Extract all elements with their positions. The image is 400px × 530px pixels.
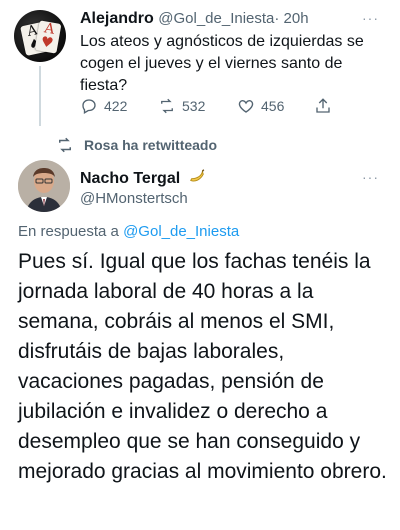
author-handle[interactable]: @HMonstertsch bbox=[80, 190, 188, 207]
author-handle[interactable]: @Gol_de_Iniesta bbox=[158, 10, 274, 27]
banana-icon bbox=[188, 167, 206, 190]
reply-context: En respuesta a @Gol_de_Iniesta bbox=[18, 223, 239, 240]
like-count: 456 bbox=[261, 98, 285, 114]
retweet-notice-text[interactable]: Rosa ha retwitteado bbox=[84, 137, 217, 153]
share-icon bbox=[316, 98, 330, 113]
thread-line bbox=[39, 66, 41, 126]
main-tweet-header: Nacho Tergal bbox=[80, 167, 206, 190]
author-name[interactable]: Alejandro bbox=[80, 10, 154, 27]
heart-card-icon: A ♥ bbox=[34, 20, 62, 54]
retweet-count: 532 bbox=[182, 98, 206, 114]
retweet-icon bbox=[59, 137, 71, 153]
reply-mention-link[interactable]: @Gol_de_Iniesta bbox=[123, 223, 239, 240]
person-portrait-icon bbox=[18, 160, 70, 212]
main-tweet-text: Pues sí. Igual que los fachas tenéis la … bbox=[18, 250, 387, 483]
reply-icon bbox=[82, 99, 96, 114]
tweet-time[interactable]: · 20h bbox=[274, 10, 308, 27]
author-name[interactable]: Nacho Tergal bbox=[80, 170, 180, 187]
like-button[interactable]: 456 bbox=[237, 96, 284, 116]
retweet-button[interactable]: 532 bbox=[158, 96, 205, 116]
share-button[interactable] bbox=[314, 96, 338, 116]
heart-icon bbox=[238, 100, 254, 113]
avatar-nacho-tergal[interactable] bbox=[18, 160, 70, 212]
retweet-notice: Rosa ha retwitteado bbox=[56, 136, 217, 154]
reply-count: 422 bbox=[104, 98, 128, 114]
retweet-icon bbox=[161, 98, 173, 114]
quoted-tweet-header: Alejandro @Gol_de_Iniesta· 20h bbox=[80, 10, 309, 28]
more-options-icon[interactable]: ··· bbox=[362, 169, 379, 185]
more-options-icon[interactable]: ··· bbox=[362, 10, 379, 26]
reply-button[interactable]: 422 bbox=[80, 96, 127, 116]
reply-prefix: En respuesta a bbox=[18, 223, 119, 240]
avatar-alejandro[interactable]: A♠ A♥ bbox=[14, 10, 66, 62]
quoted-tweet-text: Los ateos y agnósticos de izquierdas se … bbox=[80, 33, 364, 94]
